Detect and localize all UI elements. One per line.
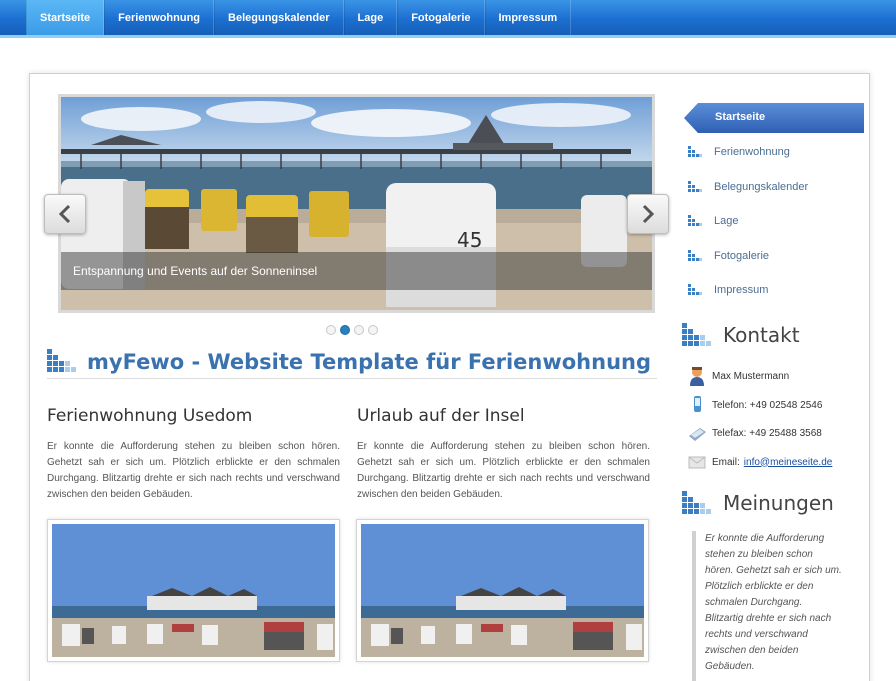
column-1-title: Ferienwohnung Usedom [47,406,253,426]
contact-fax: Telefax: +49 25488 3568 [712,427,822,439]
nav-item-ferienwohnung[interactable]: Ferienwohnung [104,0,215,35]
opinions-heading: Meinungen [682,489,834,517]
pier-photo [361,524,644,657]
contact-phone-row: Telefon: +49 02548 2546 [688,395,822,415]
sidebar-item-lage[interactable]: Lage [688,212,738,230]
sidebar-item-label: Impressum [714,284,769,296]
pier-photo [52,524,335,657]
svg-text:45: 45 [457,228,482,252]
slider-dot[interactable] [354,325,364,335]
slider-dot[interactable] [368,325,378,335]
sidebar-item-label: Belegungskalender [714,181,809,193]
sidebar-item-label: Fotogalerie [714,250,770,262]
slider-caption-text: Entspannung und Events auf der Sonnenins… [73,264,318,278]
blue-grid-icon [47,349,76,372]
slider-prev-button[interactable] [44,194,86,234]
main-heading: myFewo - Website Template für Ferienwohn… [47,347,657,379]
contact-email-label: Email: [712,456,740,468]
contact-email-row: Email: info@meineseite.de [688,452,832,472]
opinions-title: Meinungen [723,491,834,515]
mini-grid-icon [688,250,702,261]
image-slider[interactable]: 45 Entspannung und Events auf der Sonnen… [58,94,655,313]
contact-fax-row: Telefax: +49 25488 3568 [688,423,822,443]
contact-name-row: Max Mustermann [688,366,789,386]
sidebar-item-impressum[interactable]: Impressum [688,281,768,299]
mini-grid-icon [688,146,702,157]
contact-name: Max Mustermann [712,370,790,382]
column-1-text: Er konnte die Aufforderung stehen zu ble… [47,441,340,500]
blue-grid-icon [682,323,711,346]
nav-item-belegungskalender[interactable]: Belegungskalender [214,0,344,35]
mini-grid-icon [688,181,702,192]
opinion-quote: Er konnte die Aufforderung stehen zu ble… [692,531,842,681]
fax-icon [689,428,706,441]
chevron-right-icon [642,204,655,224]
column-2-text: Er konnte die Aufforderung stehen zu ble… [357,441,650,500]
sidebar-item-startseite[interactable]: Startseite [684,103,864,133]
top-navigation: Startseite Ferienwohnung Belegungskalend… [0,0,896,38]
slider-dot[interactable] [326,325,336,335]
nav-item-lage[interactable]: Lage [343,0,398,35]
blue-grid-icon [682,491,711,514]
chevron-left-icon [58,204,71,224]
nav-item-fotogalerie[interactable]: Fotogalerie [397,0,485,35]
page-title: myFewo - Website Template für Ferienwohn… [87,350,652,374]
mini-grid-icon [688,215,702,226]
slider-dot-active[interactable] [340,325,350,335]
nav-item-impressum[interactable]: Impressum [484,0,572,35]
column-1-photo[interactable] [47,519,340,662]
contact-title: Kontakt [723,323,800,347]
arrow-tab-background [684,103,864,133]
sidebar-item-belegungskalender[interactable]: Belegungskalender [688,178,808,196]
slider-next-button[interactable] [627,194,669,234]
sidebar-item-label: Lage [714,215,739,227]
contact-email-link[interactable]: info@meineseite.de [744,457,833,468]
contact-phone: Telefon: +49 02548 2546 [712,399,823,411]
slider-pagination [326,325,378,335]
sidebar-item-ferienwohnung[interactable]: Ferienwohnung [688,143,790,161]
mobile-phone-icon [694,396,701,412]
nav-item-startseite[interactable]: Startseite [26,0,105,35]
main-menu: Startseite Ferienwohnung Belegungskalend… [0,0,896,35]
sidebar-item-fotogalerie[interactable]: Fotogalerie [688,247,769,265]
column-2-title: Urlaub auf der Insel [357,406,525,426]
content-column-2: Urlaub auf der Insel Er konnte die Auffo… [357,406,650,503]
slider-caption-bar: Entspannung und Events auf der Sonnenins… [61,252,652,290]
column-2-photo[interactable] [356,519,649,662]
contact-heading: Kontakt [682,321,800,349]
sidebar-item-label: Startseite [715,111,766,123]
envelope-icon [688,456,706,469]
sidebar-item-label: Ferienwohnung [714,146,790,158]
mini-grid-icon [688,284,702,295]
person-icon [690,367,704,386]
content-column-1: Ferienwohnung Usedom Er konnte die Auffo… [47,406,340,503]
